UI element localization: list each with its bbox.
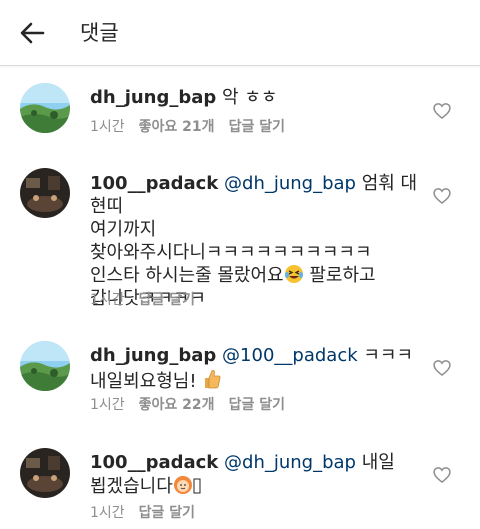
- comment-body: dh_jung_bap 악 ㅎㅎ: [90, 86, 420, 110]
- comment-username[interactable]: 100__padack: [90, 452, 218, 473]
- comment-text: 뵙겠습니다: [90, 476, 173, 497]
- comment-likes[interactable]: 좋아요 21개: [139, 119, 215, 135]
- arrow-left-icon: [20, 22, 45, 44]
- top-bar: 댓글: [0, 0, 480, 66]
- heart-outline-icon[interactable]: [432, 358, 452, 378]
- comment-meta: 1시간 답글 달기: [90, 504, 209, 522]
- thumbs-up-emoji-icon: [205, 370, 221, 389]
- mention-link[interactable]: @100__padack: [222, 345, 358, 366]
- mention-link[interactable]: @dh_jung_bap: [224, 173, 356, 194]
- person-emoji-icon: [173, 476, 192, 494]
- comment-meta: 1시간 좋아요 21개 답글 달기: [90, 118, 299, 136]
- laughing-tears-emoji-icon: [284, 265, 303, 283]
- comment-time: 1시간: [90, 119, 125, 135]
- comment-text: 인스타 하시는줄 몰랐어요: [90, 265, 284, 286]
- comment-meta: 1시간 좋아요 22개 답글 달기: [90, 396, 299, 414]
- heart-outline-icon[interactable]: [432, 101, 452, 121]
- avatar[interactable]: [20, 448, 70, 498]
- missing-glyph-icon: [193, 478, 201, 494]
- avatar[interactable]: [20, 83, 70, 133]
- comment-body: 100__padack @dh_jung_bap 엄훠 대현띠 여기까지 찾아와…: [90, 172, 420, 310]
- comment-text: ㅋㅋㅋ: [357, 345, 414, 366]
- comment-time: 1시간: [90, 505, 125, 521]
- reply-button[interactable]: 답글 달기: [229, 397, 285, 413]
- comment-meta: 1시간 답글 달기: [90, 291, 209, 309]
- mention-link[interactable]: @dh_jung_bap: [224, 452, 356, 473]
- comment-text: 악 ㅎㅎ: [216, 87, 278, 108]
- heart-outline-icon[interactable]: [432, 465, 452, 485]
- back-button[interactable]: [14, 18, 50, 48]
- comment-username[interactable]: 100__padack: [90, 173, 218, 194]
- comment-time: 1시간: [90, 397, 125, 413]
- reply-button[interactable]: 답글 달기: [139, 292, 195, 308]
- comment-body: 100__padack @dh_jung_bap 내일 뵙겠습니다: [90, 451, 420, 499]
- comment-text: 찾아와주시다니ㅋㅋㅋㅋㅋㅋㅋㅋㅋㅋ: [90, 242, 372, 263]
- comment-body: dh_jung_bap @100__padack ㅋㅋㅋ 내일뵈요형님!: [90, 344, 420, 394]
- comment-text: 여기까지: [90, 219, 157, 240]
- reply-button[interactable]: 답글 달기: [229, 119, 285, 135]
- comment-time: 1시간: [90, 292, 125, 308]
- comment-text: 내일뵈요형님!: [90, 371, 203, 392]
- heart-outline-icon[interactable]: [432, 186, 452, 206]
- comment-username[interactable]: dh_jung_bap: [90, 87, 216, 108]
- comment-text: 내일: [355, 452, 395, 473]
- comment-likes[interactable]: 좋아요 22개: [139, 397, 215, 413]
- avatar[interactable]: [20, 341, 70, 391]
- page-title: 댓글: [80, 21, 119, 45]
- comment-username[interactable]: dh_jung_bap: [90, 345, 216, 366]
- comment-text: 팔로하고: [303, 265, 376, 286]
- reply-button[interactable]: 답글 달기: [139, 505, 195, 521]
- avatar[interactable]: [20, 168, 70, 218]
